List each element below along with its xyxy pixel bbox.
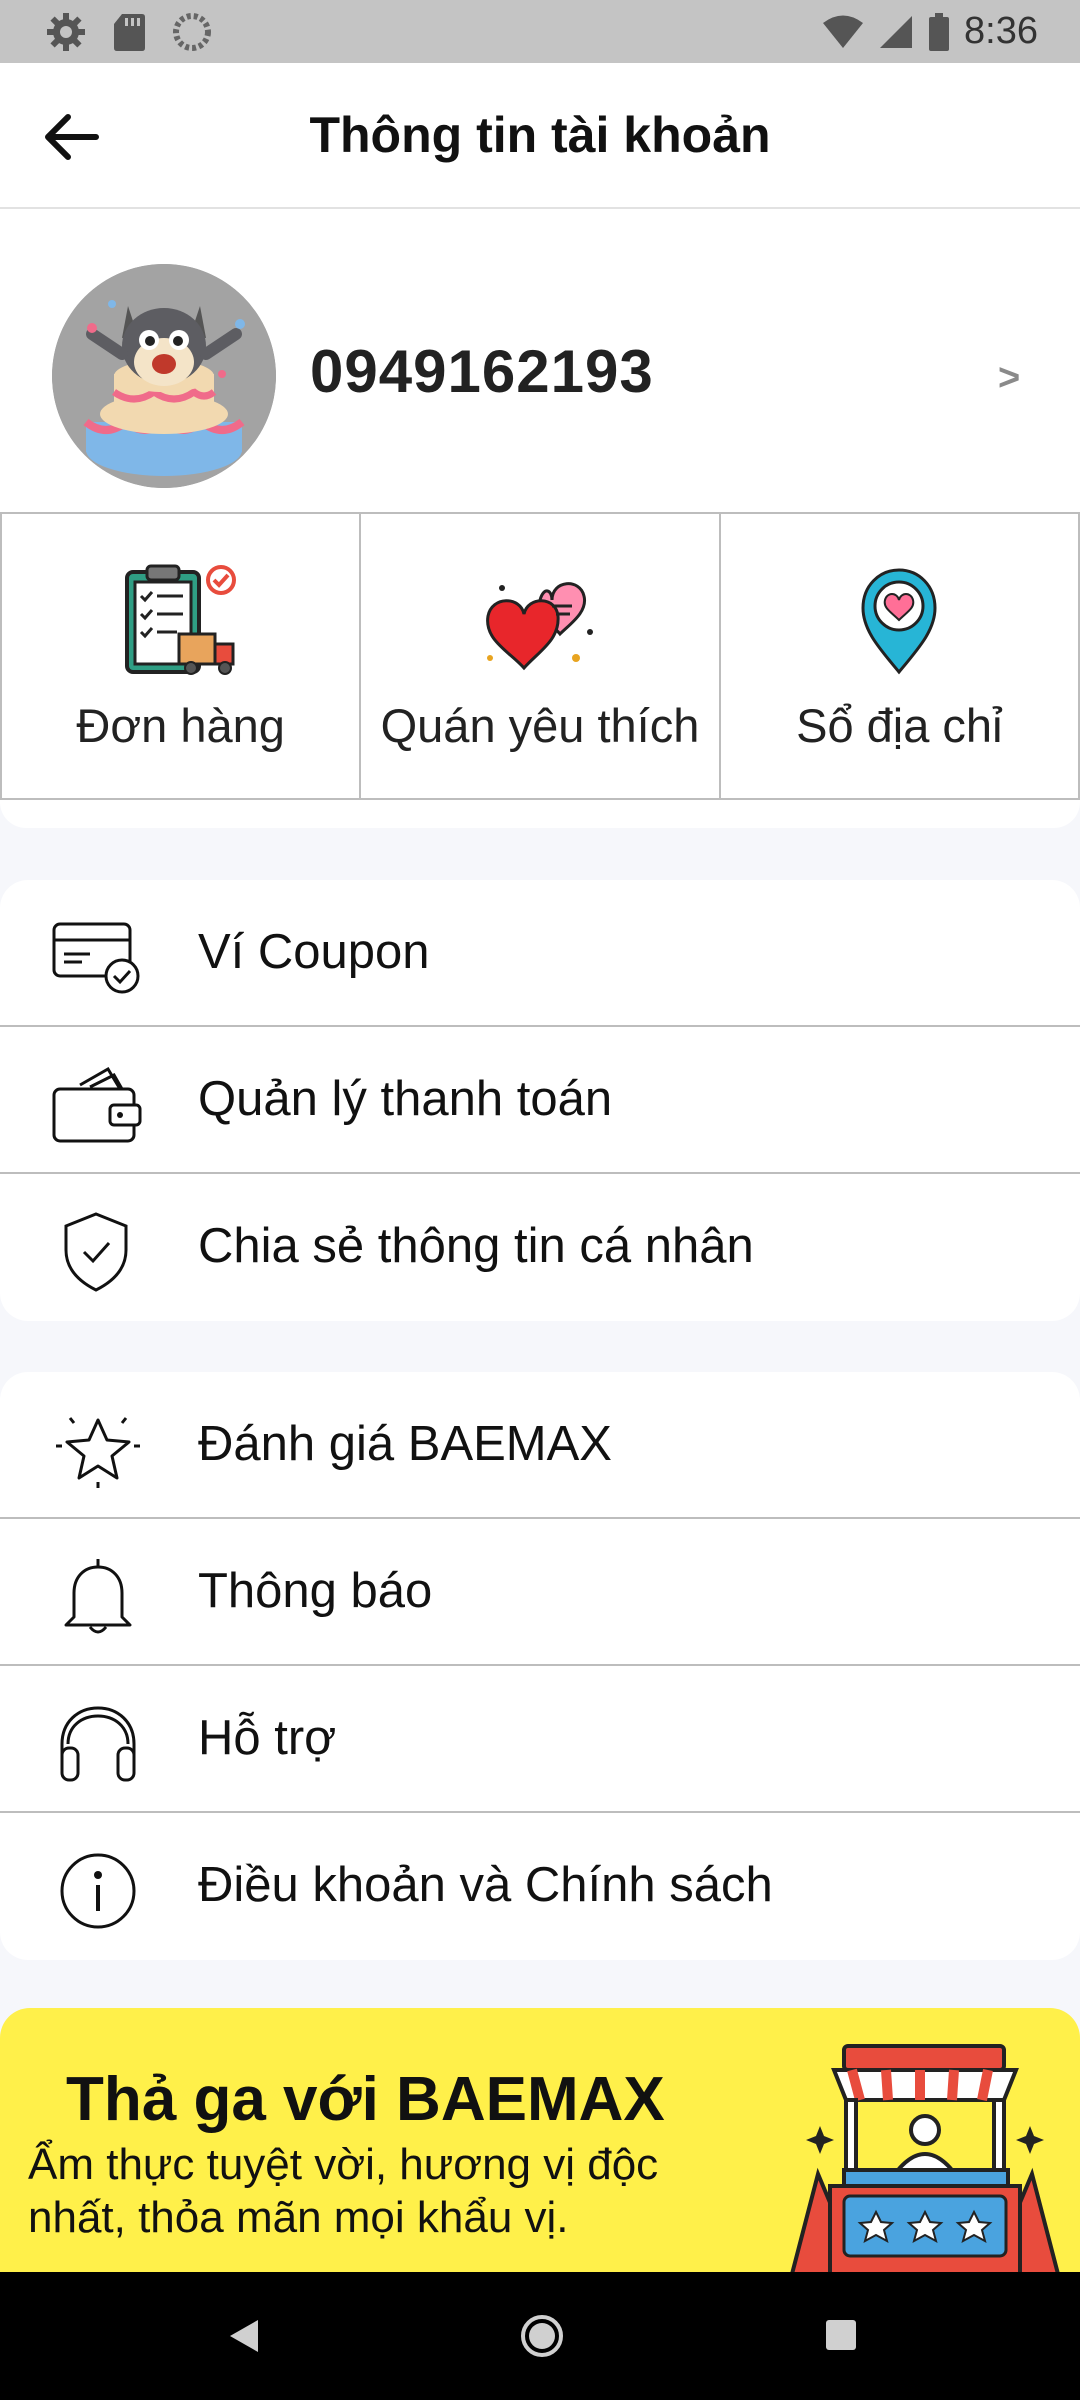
- menu-item-payment-management[interactable]: Quản lý thanh toán: [0, 1027, 1080, 1174]
- menu-item-coupon-wallet[interactable]: Ví Coupon: [0, 880, 1080, 1027]
- page-title: Thông tin tài khoản: [309, 107, 771, 163]
- clock: 8:36: [964, 10, 1038, 52]
- home-icon[interactable]: [512, 2306, 572, 2366]
- menu-item-label: Đánh giá BAEMAX: [198, 1417, 612, 1471]
- menu-group-account: Ví Coupon Quản lý thanh toán Chia sẻ thô…: [0, 880, 1080, 1321]
- chevron-right-icon[interactable]: >: [998, 357, 1020, 400]
- quick-actions: Đơn hàng Quán yêu thích Sổ địa chỉ: [0, 512, 1080, 800]
- order-clipboard-icon: [124, 564, 236, 675]
- menu-item-support[interactable]: Hỗ trợ: [0, 1666, 1080, 1813]
- recents-icon[interactable]: [820, 2306, 860, 2366]
- menu-item-terms-policy[interactable]: Điều khoản và Chính sách: [0, 1813, 1080, 1960]
- menu-item-label: Điều khoản và Chính sách: [198, 1858, 773, 1912]
- quick-action-label: Sổ địa chỉ: [796, 699, 1003, 752]
- shield-check-icon: [64, 1212, 128, 1292]
- bell-icon: [64, 1559, 132, 1634]
- menu-item-rate-app[interactable]: Đánh giá BAEMAX: [0, 1372, 1080, 1519]
- app-bar: Thông tin tài khoản: [0, 63, 1080, 209]
- phone-number: 0949162193: [310, 338, 654, 405]
- section-divider: [0, 800, 1080, 828]
- system-nav-bar: [0, 2272, 1080, 2400]
- star-icon: [56, 1417, 140, 1488]
- menu-item-label: Ví Coupon: [198, 925, 430, 979]
- back-icon[interactable]: [222, 2306, 262, 2366]
- settings-icon: [47, 12, 85, 51]
- hearts-icon: [486, 582, 593, 671]
- menu-item-label: Quản lý thanh toán: [198, 1072, 613, 1126]
- menu-item-label: Thông báo: [198, 1564, 433, 1618]
- location-pin-icon: [861, 568, 937, 675]
- menu-group-app: Đánh giá BAEMAX Thông báo Hỗ trợ Điều kh…: [0, 1372, 1080, 1960]
- quick-action-label: Đơn hàng: [76, 699, 285, 752]
- quick-action-address-book[interactable]: Sổ địa chỉ: [718, 512, 1080, 800]
- wallet-icon: [52, 1066, 142, 1143]
- battery-icon: [929, 12, 950, 51]
- headphones-icon: [60, 1706, 136, 1782]
- quick-action-orders[interactable]: Đơn hàng: [0, 512, 362, 800]
- menu-item-label: Chia sẻ thông tin cá nhân: [198, 1219, 754, 1273]
- menu-item-label: Hỗ trợ: [198, 1711, 337, 1765]
- profile-card[interactable]: 0949162193 >: [0, 209, 1080, 512]
- menu-item-notifications[interactable]: Thông báo: [0, 1519, 1080, 1666]
- sync-icon: [173, 12, 211, 51]
- sd-card-icon: [114, 13, 145, 51]
- food-stall-illustration: [790, 2044, 1060, 2272]
- info-icon: [60, 1853, 136, 1929]
- menu-item-share-personal-info[interactable]: Chia sẻ thông tin cá nhân: [0, 1174, 1080, 1321]
- cat-cake-illustration: [52, 264, 276, 488]
- wifi-icon: [823, 15, 864, 48]
- signal-icon: [880, 15, 913, 48]
- quick-action-label: Quán yêu thích: [380, 699, 700, 752]
- avatar[interactable]: [52, 264, 276, 488]
- coupon-card-icon: [52, 922, 140, 994]
- banner-title: Thả ga với BAEMAX: [66, 2065, 665, 2134]
- promo-banner[interactable]: Thả ga với BAEMAX Ẩm thực tuyệt vời, hươ…: [0, 2008, 1080, 2272]
- status-bar: 8:36: [0, 0, 1080, 63]
- banner-text: Ẩm thực tuyệt vời, hương vị độc nhất, th…: [28, 2140, 659, 2242]
- quick-action-favorites[interactable]: Quán yêu thích: [359, 512, 721, 800]
